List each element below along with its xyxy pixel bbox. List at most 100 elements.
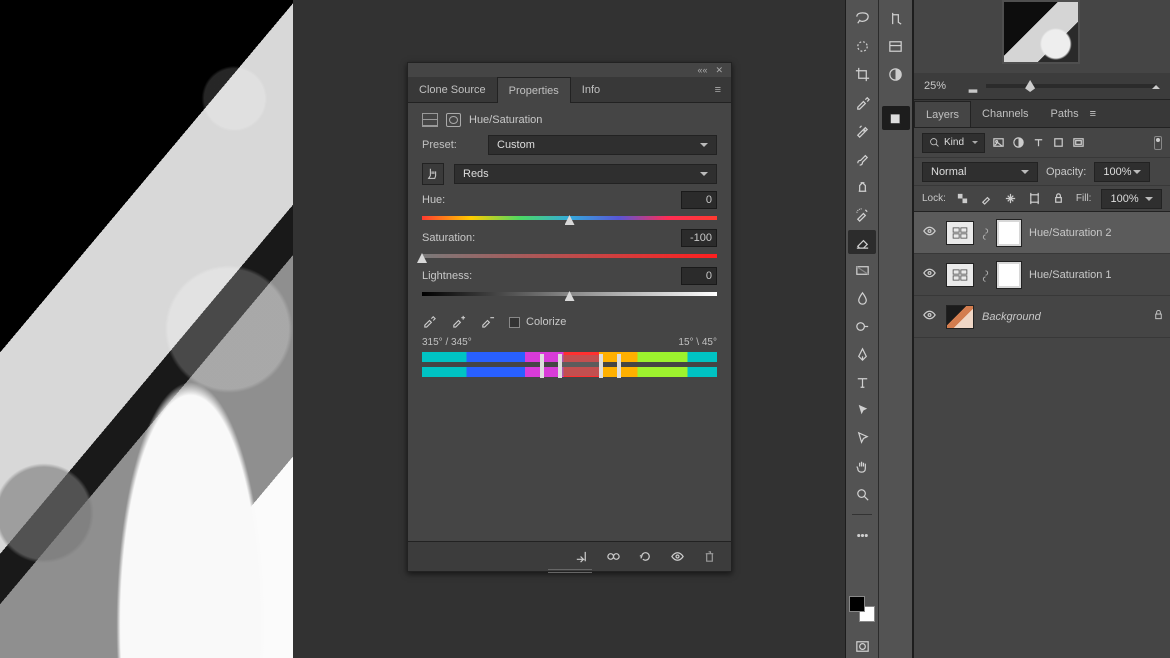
panel-menu-icon[interactable]: ≡ xyxy=(705,84,731,96)
panel-icon[interactable] xyxy=(882,106,910,130)
hand-tool-icon[interactable] xyxy=(848,454,876,478)
zoom-value[interactable]: 25% xyxy=(914,80,962,92)
hue-slider[interactable] xyxy=(422,213,717,223)
navigator-thumbnail[interactable] xyxy=(1002,0,1080,64)
fill-value[interactable]: 100% xyxy=(1101,189,1162,209)
panel-icon[interactable] xyxy=(882,6,910,30)
filter-type-icon[interactable] xyxy=(1031,136,1045,150)
gradient-tool-icon[interactable] xyxy=(848,258,876,282)
visibility-icon[interactable] xyxy=(669,549,685,565)
quick-select-tool-icon[interactable] xyxy=(848,34,876,58)
filter-toggle[interactable] xyxy=(1154,136,1162,150)
color-range-spectrum[interactable] xyxy=(422,352,717,380)
mask-thumb[interactable] xyxy=(997,262,1021,288)
collapse-icon[interactable]: «« xyxy=(697,65,707,75)
visibility-icon[interactable] xyxy=(920,308,938,325)
adjustment-thumb-icon xyxy=(946,263,974,287)
panel-icon[interactable] xyxy=(882,62,910,86)
lock-artboard-icon[interactable] xyxy=(1028,192,1042,206)
layer-row[interactable]: Background xyxy=(914,296,1170,338)
quick-mask-icon[interactable] xyxy=(848,634,876,658)
filter-kind-select[interactable]: Kind xyxy=(922,133,985,153)
tab-channels[interactable]: Channels xyxy=(971,101,1039,127)
lasso-tool-icon[interactable] xyxy=(848,6,876,30)
pen-tool-icon[interactable] xyxy=(848,342,876,366)
layer-name[interactable]: Hue/Saturation 1 xyxy=(1029,269,1164,281)
range-handle[interactable] xyxy=(599,354,603,378)
history-brush-tool-icon[interactable] xyxy=(848,202,876,226)
resize-handle[interactable] xyxy=(548,569,592,573)
eyedropper-icon[interactable] xyxy=(422,313,437,331)
trash-icon[interactable] xyxy=(701,549,717,565)
colorize-checkbox[interactable]: Colorize xyxy=(509,316,566,328)
type-tool-icon[interactable] xyxy=(848,370,876,394)
tab-properties[interactable]: Properties xyxy=(497,77,571,103)
tab-paths[interactable]: Paths xyxy=(1040,101,1090,127)
blend-mode-select[interactable]: Normal xyxy=(922,162,1038,182)
filter-adjust-icon[interactable] xyxy=(1011,136,1025,150)
brush-tool-icon[interactable] xyxy=(848,146,876,170)
lightness-value[interactable]: 0 xyxy=(681,267,717,285)
layer-row[interactable]: Hue/Saturation 2 xyxy=(914,212,1170,254)
filter-smart-icon[interactable] xyxy=(1071,136,1085,150)
eraser-tool-icon[interactable] xyxy=(848,230,876,254)
layer-row[interactable]: Hue/Saturation 1 xyxy=(914,254,1170,296)
lock-label: Lock: xyxy=(922,193,946,204)
preset-select[interactable]: Custom xyxy=(488,135,717,155)
lock-position-icon[interactable] xyxy=(1004,192,1018,206)
filter-pixel-icon[interactable] xyxy=(991,136,1005,150)
saturation-slider[interactable] xyxy=(422,251,717,261)
adjustment-icon[interactable] xyxy=(422,113,438,127)
zoom-slider-thumb[interactable] xyxy=(1025,80,1035,92)
view-previous-icon[interactable] xyxy=(605,549,621,565)
range-handle[interactable] xyxy=(558,354,562,378)
link-icon xyxy=(982,268,989,282)
mask-thumb[interactable] xyxy=(997,220,1021,246)
range-handle[interactable] xyxy=(540,354,544,378)
dodge-tool-icon[interactable] xyxy=(848,314,876,338)
lock-pixels-icon[interactable] xyxy=(980,192,994,206)
edit-toolbar-icon[interactable] xyxy=(848,523,876,547)
lock-transparent-icon[interactable] xyxy=(956,192,970,206)
saturation-value[interactable]: -100 xyxy=(681,229,717,247)
visibility-icon[interactable] xyxy=(920,224,938,241)
lock-all-icon[interactable] xyxy=(1052,192,1066,206)
color-swatches[interactable] xyxy=(849,596,875,622)
zoom-out-icon[interactable]: ▂ xyxy=(966,79,980,93)
layer-name[interactable]: Hue/Saturation 2 xyxy=(1029,227,1164,239)
path-select-tool-icon[interactable] xyxy=(848,398,876,422)
channel-select[interactable]: Reds xyxy=(454,164,717,184)
tab-info[interactable]: Info xyxy=(571,77,611,103)
hue-value[interactable]: 0 xyxy=(681,191,717,209)
zoom-in-icon[interactable] xyxy=(1152,81,1160,89)
collapsed-panels-dock xyxy=(879,0,913,658)
clone-stamp-tool-icon[interactable] xyxy=(848,174,876,198)
mask-icon[interactable] xyxy=(446,113,461,127)
range-handle[interactable] xyxy=(617,354,621,378)
lock-icon xyxy=(1153,309,1164,324)
targeted-adjust-tool[interactable] xyxy=(422,163,444,185)
eyedropper-add-icon[interactable] xyxy=(451,313,466,331)
visibility-icon[interactable] xyxy=(920,266,938,283)
eyedropper-subtract-icon[interactable] xyxy=(480,313,495,331)
canvas-viewport[interactable] xyxy=(0,0,293,658)
close-icon[interactable]: ✕ xyxy=(715,65,723,76)
direct-select-tool-icon[interactable] xyxy=(848,426,876,450)
lightness-slider[interactable] xyxy=(422,289,717,299)
healing-brush-tool-icon[interactable] xyxy=(848,118,876,142)
panel-icon[interactable] xyxy=(882,34,910,58)
layer-name[interactable]: Background xyxy=(982,311,1145,323)
tab-layers[interactable]: Layers xyxy=(914,101,971,127)
crop-tool-icon[interactable] xyxy=(848,62,876,86)
zoom-tool-icon[interactable] xyxy=(848,482,876,506)
tab-clone-source[interactable]: Clone Source xyxy=(408,77,497,103)
panel-menu-icon[interactable]: ≡ xyxy=(1090,108,1096,120)
opacity-value[interactable]: 100% xyxy=(1094,162,1150,182)
zoom-slider[interactable] xyxy=(986,84,1156,88)
foreground-color-swatch[interactable] xyxy=(849,596,865,612)
reset-icon[interactable] xyxy=(637,549,653,565)
blur-tool-icon[interactable] xyxy=(848,286,876,310)
eyedropper-tool-icon[interactable] xyxy=(848,90,876,114)
filter-shape-icon[interactable] xyxy=(1051,136,1065,150)
clip-to-layer-icon[interactable] xyxy=(573,549,589,565)
